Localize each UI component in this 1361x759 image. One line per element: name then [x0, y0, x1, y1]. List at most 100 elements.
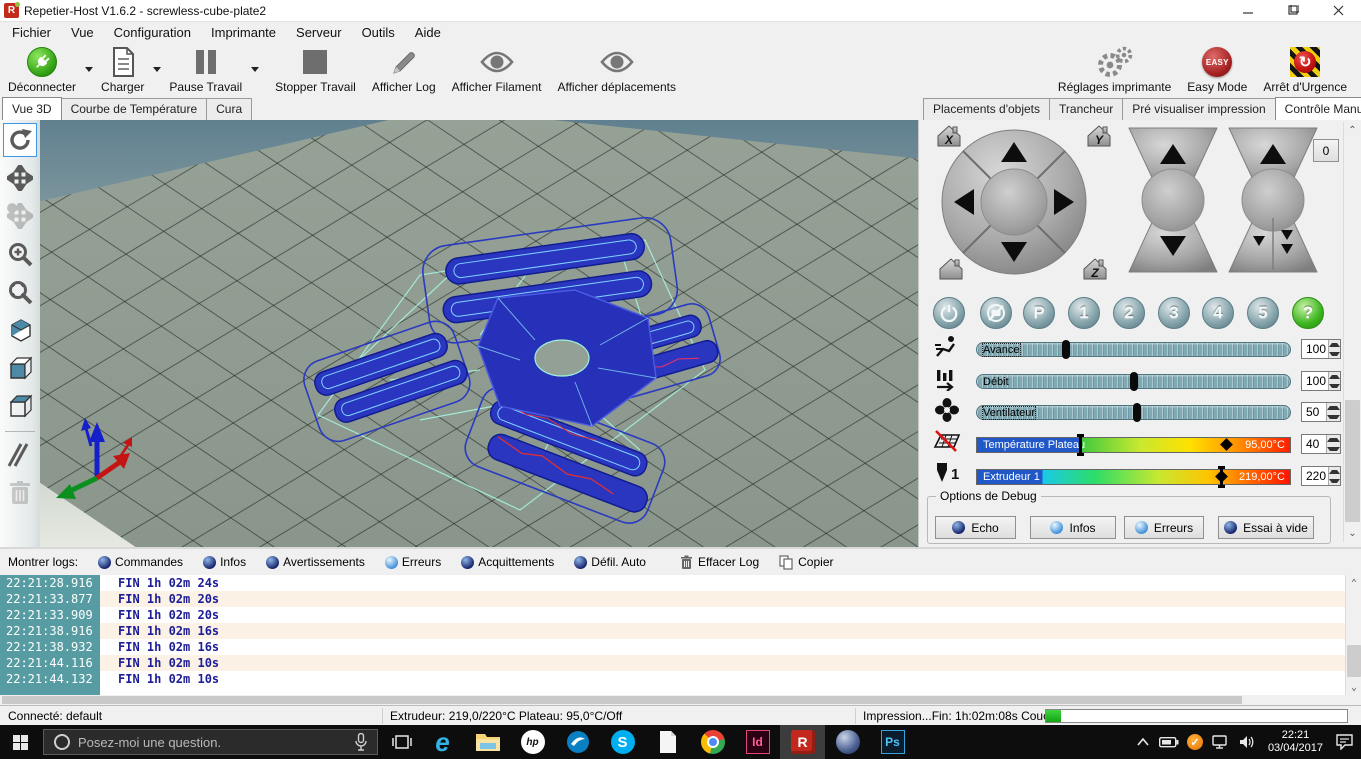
disconnect-button[interactable]: Déconnecter — [0, 42, 84, 96]
flow-slider[interactable]: Débit — [976, 374, 1291, 389]
taskbar-app-repetier-host[interactable]: R — [780, 725, 825, 759]
log-errors-toggle[interactable]: Erreurs — [377, 552, 449, 572]
power-button[interactable] — [933, 297, 965, 329]
menu-aide[interactable]: Aide — [405, 23, 451, 42]
flow-down[interactable] — [1329, 381, 1340, 390]
flow-thumb[interactable] — [1130, 372, 1138, 391]
show-travel-button[interactable]: Afficher déplacements — [549, 42, 684, 96]
taskbar-clock[interactable]: 22:21 03/04/2017 — [1260, 729, 1331, 755]
bed-temp-slider[interactable]: Température Plateau 95,00°C — [976, 437, 1291, 453]
feedrate-thumb[interactable] — [1062, 340, 1070, 359]
menu-imprimante[interactable]: Imprimante — [201, 23, 286, 42]
delete-object-tool[interactable] — [3, 476, 37, 510]
extruder-temp-slider[interactable]: Extrudeur 1 219,00°C — [976, 469, 1291, 485]
help-button[interactable]: ? — [1292, 297, 1324, 329]
tab-vue-3d[interactable]: Vue 3D — [2, 97, 62, 120]
debug-infos-toggle[interactable]: Infos — [1030, 516, 1116, 539]
panel-scroll-up[interactable]: ⌃ — [1344, 122, 1361, 139]
taskbar-app-file-explorer[interactable] — [465, 725, 510, 759]
taskbar-app-chrome[interactable] — [690, 725, 735, 759]
log-commands-toggle[interactable]: Commandes — [90, 552, 191, 572]
taskbar-app-indesign[interactable]: Id — [735, 725, 780, 759]
xy-jog-pad[interactable] — [942, 130, 1086, 274]
load-dropdown[interactable] — [152, 42, 161, 96]
panel-scrollbar[interactable]: ⌃ ⌄ — [1343, 122, 1360, 542]
debug-echo-toggle[interactable]: Echo — [935, 516, 1016, 539]
easy-mode-button[interactable]: EASY Easy Mode — [1179, 42, 1255, 96]
fan-thumb[interactable] — [1133, 403, 1141, 422]
flow-up[interactable] — [1329, 372, 1340, 381]
menu-vue[interactable]: Vue — [61, 23, 104, 42]
fan-value[interactable]: 50 — [1301, 402, 1341, 422]
bed-temp-value[interactable]: 40 — [1301, 434, 1341, 454]
tray-volume-icon[interactable] — [1234, 725, 1260, 759]
flow-value[interactable]: 100 — [1301, 371, 1341, 391]
menu-outils[interactable]: Outils — [352, 23, 405, 42]
debug-spinner[interactable]: 0 — [1313, 139, 1339, 162]
rotate-view-tool[interactable] — [3, 123, 37, 157]
feedrate-down[interactable] — [1329, 349, 1340, 358]
tab-placements-objets[interactable]: Placements d'objets — [923, 98, 1050, 120]
panel-scroll-thumb[interactable] — [1345, 400, 1360, 522]
taskbar-app-browser-globe[interactable] — [825, 725, 870, 759]
preset-2-button[interactable]: 2 — [1113, 297, 1145, 329]
panel-scroll-down[interactable]: ⌄ — [1344, 525, 1361, 542]
clear-log-button[interactable]: Effacer Log — [672, 552, 767, 573]
bed-up[interactable] — [1327, 435, 1340, 444]
extruder-down[interactable] — [1329, 476, 1340, 485]
log-acks-toggle[interactable]: Acquittements — [453, 552, 562, 572]
task-view-button[interactable] — [384, 725, 420, 759]
pause-dropdown[interactable] — [250, 42, 259, 96]
debug-dryrun-toggle[interactable]: Essai à vide — [1218, 516, 1314, 539]
log-scrollbar[interactable]: ⌃ ⌄ — [1345, 575, 1361, 695]
extruder-jog-control[interactable] — [1229, 128, 1317, 272]
menu-serveur[interactable]: Serveur — [286, 23, 352, 42]
extruder-up[interactable] — [1329, 467, 1340, 476]
show-log-button[interactable]: Afficher Log — [364, 42, 444, 96]
emergency-stop-button[interactable]: ↻ Arrêt d'Urgence — [1255, 42, 1361, 96]
microphone-icon[interactable] — [355, 733, 367, 751]
log-hscroll-thumb[interactable] — [2, 696, 1242, 704]
show-filament-button[interactable]: Afficher Filament — [444, 42, 550, 96]
taskbar-app-notepad[interactable] — [645, 725, 690, 759]
preset-5-button[interactable]: 5 — [1247, 297, 1279, 329]
printer-settings-button[interactable]: Réglages imprimante — [1050, 42, 1179, 96]
pause-job-button[interactable]: Pause Travail — [161, 42, 250, 96]
isometric-view-tool[interactable] — [3, 313, 37, 347]
tray-antivirus-icon[interactable]: ✓ — [1182, 725, 1208, 759]
tab-previsualiser[interactable]: Pré visualiser impression — [1122, 98, 1275, 120]
taskbar-app-skype[interactable]: S — [600, 725, 645, 759]
menu-fichier[interactable]: Fichier — [2, 23, 61, 42]
home-x-button[interactable]: X — [938, 126, 960, 147]
extruder-temp-thumb[interactable] — [1215, 470, 1228, 483]
taskbar-app-photoshop[interactable]: Ps — [870, 725, 915, 759]
preset-4-button[interactable]: 4 — [1202, 297, 1234, 329]
park-button[interactable]: P — [1023, 297, 1055, 329]
3d-viewport[interactable] — [0, 120, 918, 547]
home-all-button[interactable] — [940, 259, 962, 279]
zoom-in-tool[interactable] — [3, 237, 37, 271]
feedrate-slider[interactable]: Avance — [976, 342, 1291, 357]
close-button[interactable] — [1316, 0, 1361, 22]
zoom-fit-tool[interactable] — [3, 275, 37, 309]
start-button[interactable] — [0, 725, 40, 759]
tab-cura[interactable]: Cura — [206, 98, 252, 120]
taskbar-app-edge[interactable]: e — [420, 725, 465, 759]
tab-trancheur[interactable]: Trancheur — [1049, 98, 1123, 120]
fan-up[interactable] — [1327, 403, 1340, 412]
tray-network-icon[interactable] — [1208, 725, 1234, 759]
home-z-button[interactable]: Z — [1084, 259, 1106, 280]
tray-chevron-icon[interactable] — [1130, 725, 1156, 759]
tab-courbe-temperature[interactable]: Courbe de Température — [61, 98, 208, 120]
menu-configuration[interactable]: Configuration — [104, 23, 201, 42]
log-warnings-toggle[interactable]: Avertissements — [258, 552, 373, 572]
log-scroll-down[interactable]: ⌄ — [1346, 679, 1361, 696]
minimize-button[interactable] — [1226, 0, 1271, 22]
cortana-search-box[interactable]: Posez-moi une question. — [43, 729, 378, 755]
bed-down[interactable] — [1327, 444, 1340, 453]
parallel-projection-tool[interactable] — [3, 438, 37, 472]
log-horizontal-scrollbar[interactable] — [0, 695, 1345, 705]
bed-temp-thumb[interactable] — [1220, 438, 1233, 451]
disconnect-dropdown[interactable] — [84, 42, 93, 96]
log-infos-toggle[interactable]: Infos — [195, 552, 254, 572]
